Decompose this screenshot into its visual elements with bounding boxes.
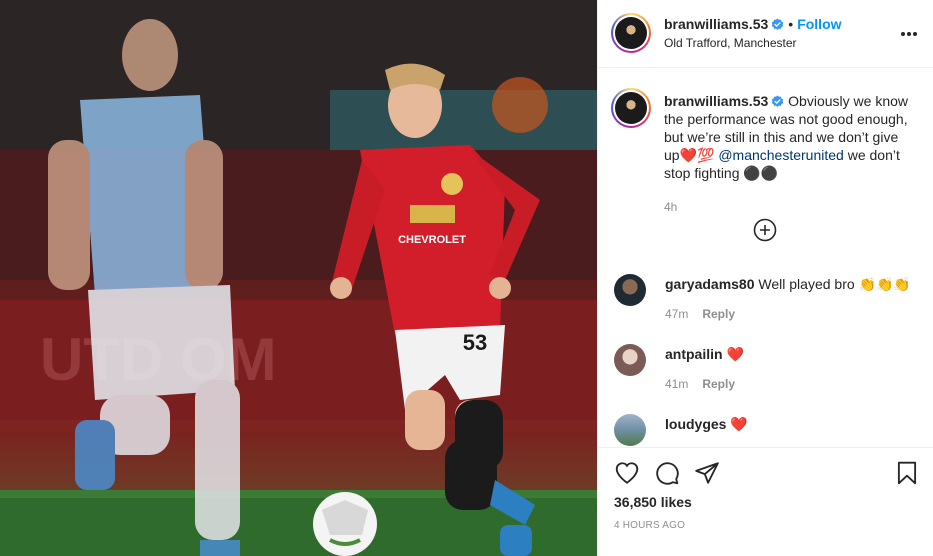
post-sidebar: branwilliams.53 • Follow Old Trafford, Man… [597, 0, 933, 556]
comment-text: Well played bro 👏👏👏 [754, 276, 911, 292]
caption-username[interactable]: branwilliams.53 [664, 93, 768, 109]
comment-time[interactable]: 47m [665, 307, 688, 321]
comment-text-line: antpailin ❤️ [665, 346, 744, 363]
commenter-username[interactable]: garyadams80 [665, 276, 755, 292]
post-timestamp[interactable]: 4 HOURS AGO [614, 520, 685, 531]
bookmark-icon [897, 461, 917, 485]
comment-meta: 41m Reply [665, 377, 735, 391]
caption-time[interactable]: 4h [664, 198, 914, 216]
commenter-avatar[interactable] [614, 414, 646, 446]
post-caption: branwilliams.53 Obviously we know the pe… [664, 92, 914, 216]
avatar-photo [615, 17, 647, 49]
author-avatar[interactable] [611, 13, 651, 53]
comment-icon [656, 462, 679, 485]
like-button[interactable] [614, 460, 640, 486]
comment-text: ❤️ [726, 416, 748, 432]
comment-text-line: garyadams80 Well played bro 👏👏👏 [665, 276, 911, 293]
location-link[interactable]: Old Trafford, Manchester [664, 36, 797, 50]
more-options-icon[interactable] [900, 22, 918, 40]
share-icon [695, 462, 719, 484]
comment-button[interactable] [654, 460, 680, 486]
reply-button[interactable]: Reply [702, 377, 735, 391]
commenter-avatar[interactable] [614, 274, 646, 306]
heart-icon [615, 462, 639, 484]
comment-text-line: loudyges ❤️ [665, 416, 748, 433]
verified-badge-icon [772, 18, 784, 30]
separator-dot: • [788, 16, 794, 32]
football [313, 492, 377, 556]
reply-button[interactable]: Reply [702, 307, 735, 321]
verified-badge-icon [772, 95, 784, 107]
avatar-photo [615, 92, 647, 124]
comment-time[interactable]: 41m [665, 377, 688, 391]
author-username[interactable]: branwilliams.53 [664, 16, 768, 32]
post-header: branwilliams.53 • Follow Old Trafford, Man… [598, 0, 933, 68]
caption-mention-link[interactable]: @manchesterunited [718, 147, 844, 163]
caption-avatar[interactable] [611, 88, 651, 128]
load-more-comments-button[interactable] [753, 218, 777, 242]
commenter-username[interactable]: antpailin [665, 346, 723, 362]
shorts-number: 53 [463, 330, 487, 355]
ellipsis-icon [901, 32, 917, 36]
commenter-avatar[interactable] [614, 344, 646, 376]
commenter-username[interactable]: loudyges [665, 416, 726, 432]
comment-meta: 47m Reply [665, 307, 735, 321]
follow-button[interactable]: Follow [797, 16, 841, 32]
plus-circle-icon [753, 218, 777, 242]
share-button[interactable] [694, 460, 720, 486]
shirt-sponsor-text: CHEVROLET [398, 234, 466, 246]
post-photo[interactable]: UTD OM CHEVROLET [0, 0, 597, 556]
photo-illustration: UTD OM CHEVROLET [0, 0, 597, 556]
likes-count[interactable]: 36,850 likes [614, 494, 692, 510]
post-actions: 36,850 likes 4 HOURS AGO [598, 447, 933, 556]
comment-text: ❤️ [722, 346, 744, 362]
header-author-line: branwilliams.53 • Follow [664, 16, 842, 32]
save-button[interactable] [894, 460, 920, 486]
